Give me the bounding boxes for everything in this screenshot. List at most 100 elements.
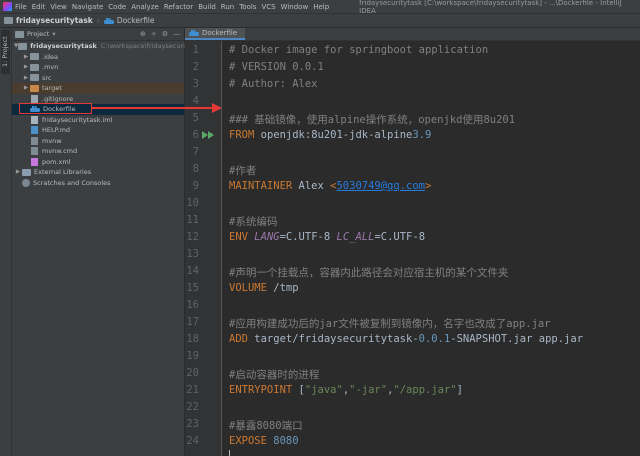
expand-right-icon[interactable]: ▶ [22, 85, 30, 91]
docker-icon [103, 17, 114, 24]
tree-item-mvnw[interactable]: mvnw [12, 136, 184, 147]
menu-navigate[interactable]: Navigate [72, 3, 103, 11]
menu-run[interactable]: Run [221, 3, 234, 11]
menu-build[interactable]: Build [198, 3, 216, 11]
menu-view[interactable]: View [50, 3, 67, 11]
breadcrumb: fridaysecuritytask › Dockerfile [0, 14, 640, 28]
project-panel-header: Project ▾ ⊕ ÷ ⚙ — [12, 28, 184, 41]
code-keyword: ENTRYPOINT [229, 384, 293, 396]
file-icon [31, 115, 38, 124]
tree-item-idea[interactable]: ▶ .idea [12, 52, 184, 63]
chevron-down-icon[interactable]: ▾ [52, 30, 55, 38]
file-icon [31, 136, 38, 145]
expand-right-icon[interactable]: ▶ [22, 54, 30, 60]
menu-tools[interactable]: Tools [239, 3, 256, 11]
tree-item-mvn[interactable]: ▶ .mvn [12, 62, 184, 73]
code-string: "-jar" [349, 384, 388, 396]
tree-external-libraries[interactable]: ▶ External Libraries [12, 167, 184, 178]
code-line-17: #应用构建成功后的jar文件被复制到镜像内，名字也改成了app.jar [229, 318, 551, 330]
tree-item-iml[interactable]: fridaysecuritytask.iml [12, 115, 184, 126]
line-number: 23 [186, 418, 199, 430]
code-line-20: #启动容器时的进程 [229, 369, 320, 381]
docker-icon [189, 30, 199, 36]
maven-file-icon [31, 157, 38, 166]
tree-item-help-md[interactable]: HELP.md [12, 125, 184, 136]
code-text: target/fridaysecuritytask- [247, 333, 419, 345]
code-number: 8080 [273, 435, 299, 447]
line-number: 24 [186, 435, 199, 447]
library-icon [22, 168, 31, 176]
menu-window[interactable]: Window [281, 3, 309, 11]
expand-right-icon[interactable]: ▶ [14, 169, 22, 175]
project-view-icon [15, 30, 24, 38]
chevron-right-icon: › [96, 16, 100, 25]
expand-right-icon[interactable]: ▶ [22, 64, 30, 70]
menu-edit[interactable]: Edit [32, 3, 46, 11]
gear-icon[interactable]: ⚙ [162, 30, 168, 38]
line-number: 2 [192, 61, 199, 73]
tree-item-label: src [42, 73, 52, 82]
line-number: 14 [186, 265, 199, 277]
code-string: "/app.jar" [393, 384, 457, 396]
menu-refactor[interactable]: Refactor [164, 3, 193, 11]
code-text: =C.UTF-8 [279, 231, 337, 243]
line-number: 5 [192, 112, 199, 124]
collapse-icon[interactable]: ÷ [151, 30, 157, 38]
line-number: 21 [186, 384, 199, 396]
hide-icon[interactable]: — [173, 30, 180, 38]
project-panel: Project ▾ ⊕ ÷ ⚙ — ▼ fridaysecuritytask C… [12, 28, 205, 456]
tree-item-label: target [42, 84, 62, 93]
tree-item-label: External Libraries [34, 168, 92, 177]
code-text: /tmp [266, 282, 299, 294]
code-line-1: # Docker image for springboot applicatio… [229, 44, 489, 56]
folder-icon [4, 17, 13, 24]
menu-help[interactable]: Help [313, 3, 329, 11]
tree-item-target[interactable]: ▶ target [12, 83, 184, 94]
folder-icon [18, 42, 28, 50]
code-variable: LC_ALL [336, 231, 375, 243]
code-number: 3.9 [412, 129, 432, 141]
line-number: 7 [192, 146, 199, 158]
code-line-23: #暴露8080端口 [229, 420, 303, 432]
expand-right-icon[interactable]: ▶ [22, 75, 30, 81]
project-tree: ▼ fridaysecuritytask C:\workspace\friday… [12, 41, 205, 189]
project-tool-tab[interactable]: 1: Project [1, 30, 10, 74]
line-number: 19 [186, 350, 199, 362]
tree-scratches[interactable]: Scratches and Consoles [12, 178, 184, 189]
line-number: 12 [186, 231, 199, 243]
tree-item-label: HELP.md [42, 126, 71, 135]
code-variable: LANG [254, 231, 280, 243]
tree-item-label: .idea [42, 52, 58, 61]
menu-analyze[interactable]: Analyze [131, 3, 159, 11]
code-email-link[interactable]: 5030749@qq.com [336, 180, 425, 192]
locate-icon[interactable]: ⊕ [140, 30, 146, 38]
project-view-selector[interactable]: Project [27, 30, 49, 38]
menu-bar: File Edit View Navigate Code Analyze Ref… [0, 0, 640, 15]
breadcrumb-project[interactable]: fridaysecuritytask [16, 16, 93, 25]
annotation-arrow-line [92, 107, 214, 109]
code-line-18: ADD target/fridaysecuritytask-0.0.1-SNAP… [229, 333, 583, 345]
line-number: 15 [186, 282, 199, 294]
run-icon[interactable] [208, 131, 214, 139]
line-number: 20 [186, 367, 199, 379]
code-editor[interactable]: # Docker image for springboot applicatio… [222, 41, 640, 456]
tab-dockerfile[interactable]: Dockerfile [185, 28, 246, 40]
menu-code[interactable]: Code [108, 3, 126, 11]
tree-item-pom[interactable]: pom.xml [12, 157, 184, 168]
code-text: =C.UTF-8 [374, 231, 426, 243]
menu-file[interactable]: File [15, 3, 27, 11]
code-line-14: #声明一个挂载点，容器内此路径会对应宿主机的某个文件夹 [229, 267, 509, 279]
tree-item-mvnw-cmd[interactable]: mvnw.cmd [12, 146, 184, 157]
tree-root[interactable]: ▼ fridaysecuritytask C:\workspace\friday… [12, 41, 205, 52]
line-number: 9 [192, 180, 199, 192]
line-number: 4 [192, 95, 199, 107]
tree-item-src[interactable]: ▶ src [12, 73, 184, 84]
code-keyword: FROM [229, 129, 255, 141]
line-number: 6 [192, 129, 199, 141]
code-line-15: VOLUME /tmp [229, 282, 299, 294]
breadcrumb-file[interactable]: Dockerfile [117, 16, 155, 25]
code-keyword: EXPOSE [229, 435, 267, 447]
code-line-9: MAINTAINER Alex <5030749@qq.com> [229, 180, 431, 192]
file-icon [31, 94, 38, 103]
menu-vcs[interactable]: VCS [261, 3, 275, 11]
